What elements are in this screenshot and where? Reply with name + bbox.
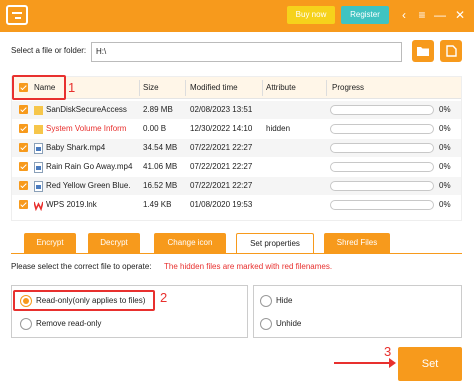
row-name: System Volume Inform: [46, 124, 127, 133]
hide-panel: Hide Unhide: [253, 285, 462, 338]
row-checkbox[interactable]: [19, 143, 28, 152]
row-progress: 0%: [439, 105, 451, 114]
file-table: Name Size Modified time Attribute Progre…: [11, 76, 462, 221]
table-row[interactable]: Rain Rain Go Away.mp4 41.06 MB 07/22/2021 …: [12, 158, 461, 176]
table-row[interactable]: Red Yellow Green Blue. 16.52 MB 07/22/2021…: [12, 177, 461, 195]
menu-icon[interactable]: ≡: [414, 5, 430, 25]
file-icon: [446, 45, 457, 57]
row-progress: 0%: [439, 181, 451, 190]
remove-read-only-label: Remove read-only: [36, 319, 102, 328]
progress-bar: [330, 105, 434, 115]
tab-divider: [11, 253, 462, 254]
row-checkbox[interactable]: [19, 105, 28, 114]
progress-bar: [330, 143, 434, 153]
hide-radio[interactable]: [260, 295, 272, 307]
video-file-icon: [34, 162, 43, 173]
unhide-label: Unhide: [276, 319, 302, 328]
folder-icon: [34, 124, 43, 135]
header-size[interactable]: Size: [143, 77, 159, 99]
row-checkbox[interactable]: [19, 200, 28, 209]
header-modified[interactable]: Modified time: [190, 77, 238, 99]
unhide-option[interactable]: Unhide: [260, 317, 340, 331]
path-label: Select a file or folder:: [11, 46, 87, 55]
share-icon[interactable]: ‹: [396, 5, 412, 25]
row-progress: 0%: [439, 162, 451, 171]
row-attribute: [266, 177, 326, 195]
row-modified: 01/08/2020 19:53: [190, 200, 253, 209]
row-attribute: hidden: [266, 124, 291, 133]
row-name: WPS 2019.lnk: [46, 200, 97, 209]
row-modified: 07/22/2021 22:27: [190, 143, 253, 152]
hide-label: Hide: [276, 296, 293, 305]
row-name: Red Yellow Green Blue.: [46, 181, 131, 190]
wps-icon: [33, 200, 44, 212]
row-attribute: [266, 158, 326, 176]
annotation-box-2: [13, 290, 155, 311]
row-size: 1.49 KB: [143, 200, 172, 209]
progress-bar: [330, 162, 434, 172]
open-file-button[interactable]: [440, 40, 462, 62]
progress-bar: [330, 124, 434, 134]
row-attribute: [266, 196, 326, 214]
header-progress[interactable]: Progress: [332, 77, 364, 99]
row-checkbox[interactable]: [19, 162, 28, 171]
table-row[interactable]: System Volume Inform 0.00 B 12/30/2022 14:…: [12, 120, 461, 138]
row-modified: 07/22/2021 22:27: [190, 162, 253, 171]
annotation-box-1: [12, 75, 66, 100]
minimize-icon[interactable]: —: [432, 5, 448, 25]
row-size: 41.06 MB: [143, 162, 178, 171]
annotation-1: 1: [68, 80, 76, 95]
row-modified: 07/22/2021 22:27: [190, 181, 253, 190]
progress-bar: [330, 181, 434, 191]
remove-read-only-radio[interactable]: [20, 318, 32, 330]
annotation-2: 2: [160, 290, 168, 305]
annotation-arrow: [334, 358, 396, 368]
tab-change-icon[interactable]: Change icon: [154, 233, 226, 253]
table-header: Name Size Modified time Attribute Progre…: [12, 77, 461, 99]
hidden-files-hint: The hidden files are marked with red fil…: [164, 262, 333, 271]
folder-icon: [417, 47, 429, 56]
close-icon[interactable]: ✕: [452, 5, 468, 25]
row-progress: 0%: [439, 200, 451, 209]
app-logo-icon: [6, 5, 28, 25]
row-name: Rain Rain Go Away.mp4: [46, 162, 133, 171]
remove-read-only-option[interactable]: Remove read-only: [20, 317, 160, 331]
annotation-3: 3: [384, 344, 392, 359]
tab-shred-files[interactable]: Shred Files: [324, 233, 390, 253]
row-attribute: [266, 139, 326, 157]
row-checkbox[interactable]: [19, 124, 28, 133]
buy-now-button[interactable]: Buy now: [287, 6, 335, 24]
progress-bar: [330, 200, 434, 210]
row-checkbox[interactable]: [19, 181, 28, 190]
title-bar: Buy now Register ‹ ≡ — ✕: [0, 0, 474, 32]
path-input[interactable]: H:\: [91, 42, 402, 62]
register-button[interactable]: Register: [341, 6, 389, 24]
row-size: 0.00 B: [143, 124, 167, 133]
row-name: Baby Shark.mp4: [46, 143, 106, 152]
set-button[interactable]: Set: [398, 347, 462, 381]
video-file-icon: [34, 181, 43, 192]
row-progress: 0%: [439, 143, 451, 152]
table-row[interactable]: Baby Shark.mp4 34.54 MB 07/22/2021 22:27 0%: [12, 139, 461, 157]
tab-set-properties[interactable]: Set properties: [236, 233, 314, 254]
video-file-icon: [34, 143, 43, 154]
folder-icon: [34, 105, 43, 116]
table-row[interactable]: SanDiskSecureAccess 2.89 MB 02/08/2023 13:…: [12, 101, 461, 119]
row-size: 16.52 MB: [143, 181, 178, 190]
tab-decrypt[interactable]: Decrypt: [88, 233, 140, 253]
row-modified: 02/08/2023 13:51: [190, 105, 253, 114]
browse-folder-button[interactable]: [412, 40, 434, 62]
row-progress: 0%: [439, 124, 451, 133]
unhide-radio[interactable]: [260, 318, 272, 330]
row-name: SanDiskSecureAccess: [46, 105, 127, 114]
row-attribute: [266, 101, 326, 119]
header-attribute[interactable]: Attribute: [266, 77, 296, 99]
row-size: 34.54 MB: [143, 143, 178, 152]
hide-option[interactable]: Hide: [260, 294, 340, 308]
row-modified: 12/30/2022 14:10: [190, 124, 253, 133]
table-row[interactable]: WPS 2019.lnk 1.49 KB 01/08/2020 19:53 0%: [12, 196, 461, 214]
tab-encrypt[interactable]: Encrypt: [24, 233, 76, 253]
operate-hint: Please select the correct file to operat…: [11, 262, 152, 271]
row-size: 2.89 MB: [143, 105, 173, 114]
